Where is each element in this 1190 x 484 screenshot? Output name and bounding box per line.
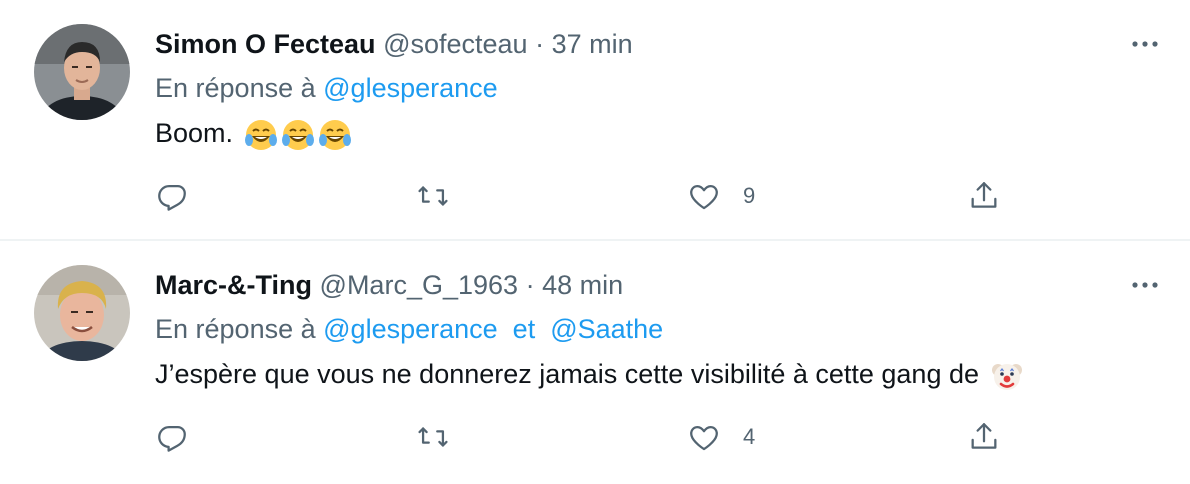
mention-link[interactable]: @glesperance <box>323 314 498 344</box>
separator-dot: · <box>535 29 545 59</box>
retweet-icon <box>418 186 448 206</box>
reply-button[interactable] <box>155 176 189 216</box>
tears-of-joy-emoji <box>318 119 351 150</box>
tweet-text: J’espère que vous ne donnerez jamais cet… <box>155 357 1024 393</box>
reply-prefix: En réponse à <box>155 314 316 344</box>
tweet-text-content: Boom. <box>155 118 234 148</box>
display-name[interactable]: Marc-&-Ting <box>155 270 312 300</box>
reply-icon <box>158 425 186 452</box>
user-handle[interactable]: @Marc_G_1963 <box>320 270 519 300</box>
tweet[interactable]: Simon O Fecteau @sofecteau · 37 min En r… <box>0 0 1190 241</box>
share-icon <box>971 182 997 208</box>
retweet-button[interactable] <box>416 417 450 457</box>
like-count: 9 <box>743 183 756 208</box>
mention-link[interactable]: @glesperance <box>323 73 498 103</box>
share-button[interactable] <box>967 176 1001 216</box>
separator-dot: · <box>525 270 535 300</box>
tears-of-joy-emoji <box>281 119 314 150</box>
tweet-header: Simon O Fecteau @sofecteau · 37 min <box>155 28 633 60</box>
like-button[interactable]: 9 <box>687 176 755 216</box>
timestamp[interactable]: 37 min <box>552 29 633 59</box>
like-icon <box>690 184 718 210</box>
tweet-text-content: J’espère que vous ne donnerez jamais cet… <box>155 359 980 389</box>
tears-of-joy-emoji <box>244 119 277 150</box>
clown-face-emoji <box>991 363 1022 390</box>
display-name[interactable]: Simon O Fecteau <box>155 29 376 59</box>
reply-context: En réponse à @glesperance <box>155 72 498 104</box>
tweet-actions: 9 <box>155 176 1035 216</box>
tweet[interactable]: Marc-&-Ting @Marc_G_1963 · 48 min En rép… <box>0 241 1190 484</box>
retweet-button[interactable] <box>416 176 450 216</box>
like-button[interactable]: 4 <box>687 417 755 457</box>
avatar[interactable] <box>34 265 130 361</box>
like-icon <box>690 425 718 451</box>
avatar[interactable] <box>34 24 130 120</box>
user-handle[interactable]: @sofecteau <box>383 29 528 59</box>
like-count: 4 <box>743 424 756 449</box>
share-icon <box>971 423 997 449</box>
tweet-actions: 4 <box>155 417 1035 457</box>
reply-icon <box>158 184 186 211</box>
timestamp[interactable]: 48 min <box>542 270 623 300</box>
reply-context: En réponse à @glesperance et @Saathe <box>155 313 663 345</box>
mention-link[interactable]: @Saathe <box>550 314 663 344</box>
more-icon[interactable] <box>1130 36 1160 52</box>
tweet-text: Boom. <box>155 116 352 152</box>
tweet-header: Marc-&-Ting @Marc_G_1963 · 48 min <box>155 269 623 301</box>
more-icon[interactable] <box>1130 277 1160 293</box>
reply-button[interactable] <box>155 417 189 457</box>
share-button[interactable] <box>967 417 1001 457</box>
reply-prefix: En réponse à <box>155 73 316 103</box>
reply-joiner: et <box>512 314 536 344</box>
retweet-icon <box>418 427 448 447</box>
